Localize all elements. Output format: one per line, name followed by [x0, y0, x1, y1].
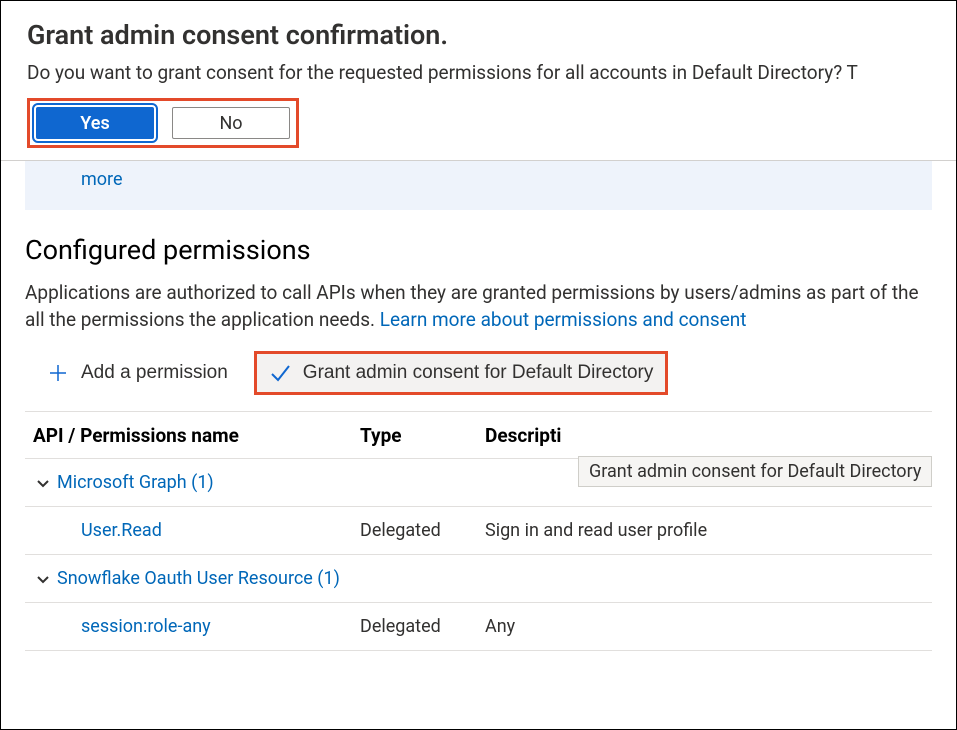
learn-more-link[interactable]: Learn more about permissions and consent [380, 308, 747, 331]
plus-icon [47, 362, 69, 384]
grant-admin-consent-label: Grant admin consent for Default Director… [303, 362, 654, 384]
configured-permissions-section: Configured permissions Applications are … [1, 210, 956, 651]
table-group-row: Snowflake Oauth User Resource (1) [25, 555, 932, 603]
info-more-link[interactable]: more [81, 169, 123, 190]
yes-button[interactable]: Yes [36, 107, 154, 139]
consent-button-group: Yes No [27, 98, 299, 148]
action-row: Add a permission Grant admin consent for… [35, 351, 932, 395]
group-toggle-snowflake[interactable]: Snowflake Oauth User Resource (1) [25, 568, 932, 589]
add-permission-button[interactable]: Add a permission [35, 351, 240, 395]
permission-desc: Any [485, 616, 932, 637]
permissions-table: API / Permissions name Type Descripti Mi… [25, 411, 932, 651]
hover-tooltip: Grant admin consent for Default Director… [578, 456, 932, 487]
permission-type: Delegated [360, 520, 485, 541]
group-name: Microsoft Graph (1) [57, 472, 214, 493]
info-banner: more [25, 161, 932, 210]
col-header-desc: Descripti [485, 424, 932, 447]
col-header-api: API / Permissions name [25, 424, 360, 447]
permission-name[interactable]: User.Read [25, 520, 360, 541]
table-row: User.Read Delegated Sign in and read use… [25, 507, 932, 555]
chevron-down-icon [35, 571, 51, 587]
grant-admin-consent-button[interactable]: Grant admin consent for Default Director… [254, 351, 669, 395]
col-header-type: Type [360, 424, 485, 447]
permission-desc: Sign in and read user profile [485, 520, 932, 541]
section-title: Configured permissions [25, 234, 932, 266]
table-header: API / Permissions name Type Descripti [25, 411, 932, 459]
no-button[interactable]: No [172, 107, 290, 139]
consent-title: Grant admin consent confirmation. [27, 19, 930, 51]
group-name: Snowflake Oauth User Resource (1) [57, 568, 340, 589]
permission-name[interactable]: session:role-any [25, 616, 360, 637]
section-description: Applications are authorized to call APIs… [25, 280, 932, 333]
add-permission-label: Add a permission [81, 362, 228, 384]
check-icon [269, 362, 291, 384]
chevron-down-icon [35, 475, 51, 491]
consent-confirmation-panel: Grant admin consent confirmation. Do you… [1, 1, 956, 161]
permission-type: Delegated [360, 616, 485, 637]
consent-question: Do you want to grant consent for the req… [27, 61, 930, 84]
table-row: session:role-any Delegated Any [25, 603, 932, 651]
